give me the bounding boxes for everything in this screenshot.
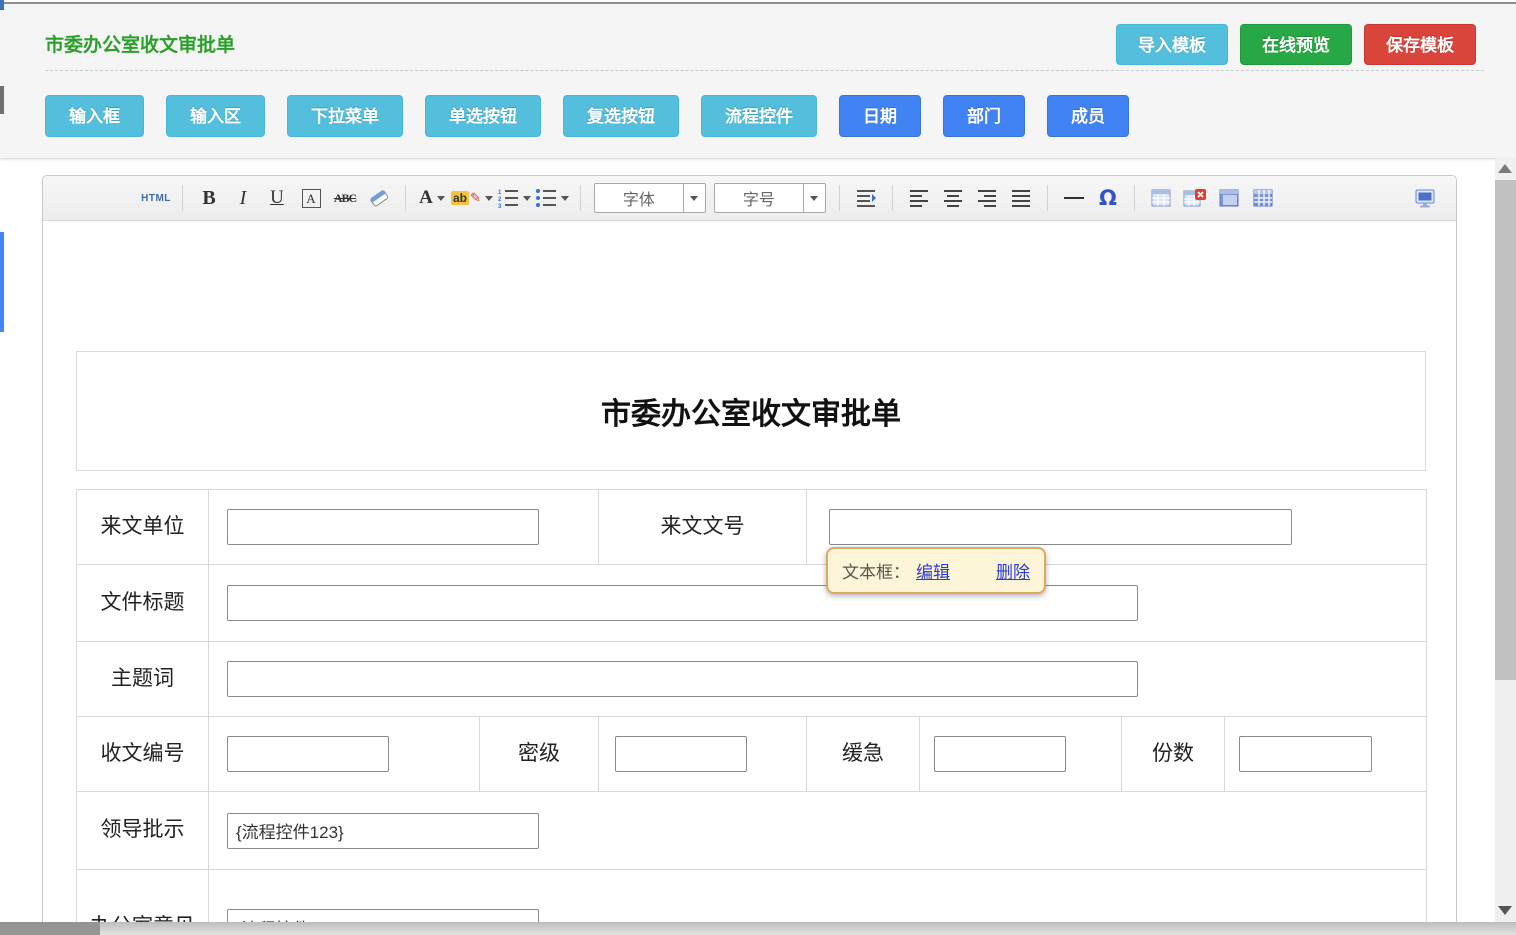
receipt-no-input[interactable] <box>227 736 389 772</box>
svg-text:3: 3 <box>498 204 502 208</box>
svg-text:2: 2 <box>498 197 502 203</box>
widget-button-row: 输入框 输入区 下拉菜单 单选按钮 复选按钮 流程控件 日期 部门 成员 <box>45 95 1129 137</box>
date-button[interactable]: 日期 <box>839 95 921 137</box>
editor-toolbar: HTML B I U A ABC A ab✎ <box>43 176 1456 221</box>
align-justify-icon[interactable] <box>1006 183 1036 213</box>
source-unit-input[interactable] <box>227 509 539 545</box>
table-grid-icon[interactable] <box>1248 183 1278 213</box>
indent-icon[interactable] <box>851 183 881 213</box>
ordered-list-icon[interactable]: 1 2 3 <box>497 183 531 213</box>
font-color-icon[interactable]: A <box>417 183 447 213</box>
boxed-a-icon[interactable]: A <box>296 183 326 213</box>
department-button[interactable]: 部门 <box>943 95 1025 137</box>
editor-document[interactable]: 市委办公室收文审批单 来文单位 来文文号 文件标题 主 <box>43 221 1456 935</box>
font-family-select[interactable]: 字体 <box>594 183 706 213</box>
flow-control-button[interactable]: 流程控件 <box>701 95 817 137</box>
field-label-doc-number: 来文文号 <box>599 490 807 565</box>
highlight-color-icon[interactable]: ab✎ <box>451 183 493 213</box>
insert-table-icon[interactable] <box>1146 183 1176 213</box>
field-label-source-unit: 来文单位 <box>77 490 209 565</box>
align-right-icon[interactable] <box>972 183 1002 213</box>
online-preview-button[interactable]: 在线预览 <box>1240 24 1352 65</box>
field-label-receipt-no: 收文编号 <box>77 717 209 792</box>
checkbox-button[interactable]: 复选按钮 <box>563 95 679 137</box>
svg-text:1: 1 <box>498 190 502 196</box>
page-title: 市委办公室收文审批单 <box>45 30 235 57</box>
save-template-button[interactable]: 保存模板 <box>1364 24 1476 65</box>
header: 市委办公室收文审批单 导入模板 在线预览 保存模板 输入框 输入区 下拉菜单 单… <box>0 4 1516 158</box>
keywords-input[interactable] <box>227 661 1138 697</box>
window-bottom-edge <box>0 922 1516 935</box>
window-left-edge <box>0 0 4 340</box>
scroll-up-icon[interactable] <box>1498 164 1512 173</box>
left-edge-segment <box>0 0 4 10</box>
table-row: 主题词 <box>77 642 1427 717</box>
table-cell-merge-icon[interactable] <box>1214 183 1244 213</box>
import-template-button[interactable]: 导入模板 <box>1116 24 1228 65</box>
unordered-list-icon[interactable] <box>535 183 569 213</box>
scroll-down-icon[interactable] <box>1498 906 1512 915</box>
table-row: 来文单位 来文文号 <box>77 490 1427 565</box>
document-title: 市委办公室收文审批单 <box>601 389 901 433</box>
fullscreen-icon[interactable] <box>1410 183 1440 213</box>
field-label-doc-title: 文件标题 <box>77 565 209 642</box>
underline-icon[interactable]: U <box>262 183 292 213</box>
field-label-secrecy: 密级 <box>480 717 599 792</box>
eraser-icon[interactable] <box>364 183 394 213</box>
left-edge-segment <box>0 232 4 332</box>
delete-link[interactable]: 删除 <box>996 563 1030 582</box>
member-button[interactable]: 成员 <box>1047 95 1129 137</box>
edit-link[interactable]: 编辑 <box>916 563 950 582</box>
field-label-keywords: 主题词 <box>77 642 209 717</box>
textbox-context-tooltip: 文本框： 编辑 删除 <box>826 547 1046 594</box>
header-divider <box>45 70 1484 71</box>
tooltip-label: 文本框： <box>842 563 910 582</box>
bold-icon[interactable]: B <box>194 183 224 213</box>
delete-table-icon[interactable] <box>1180 183 1210 213</box>
table-row: 收文编号 密级 缓急 份数 <box>77 717 1427 792</box>
table-row: 领导批示 <box>77 792 1427 870</box>
bottom-edge-segment <box>0 922 100 935</box>
secrecy-input[interactable] <box>615 736 747 772</box>
chevron-down-icon <box>803 184 825 212</box>
radio-button-button[interactable]: 单选按钮 <box>425 95 541 137</box>
field-label-urgency: 缓急 <box>807 717 920 792</box>
scrollbar-thumb[interactable] <box>1495 180 1516 680</box>
rich-text-editor: HTML B I U A ABC A ab✎ <box>42 175 1457 935</box>
chevron-down-icon <box>683 184 705 212</box>
copies-input[interactable] <box>1239 736 1372 772</box>
input-box-button[interactable]: 输入框 <box>45 95 144 137</box>
field-label-copies: 份数 <box>1122 717 1225 792</box>
dropdown-menu-button[interactable]: 下拉菜单 <box>287 95 403 137</box>
doc-number-input[interactable] <box>829 509 1292 545</box>
italic-icon[interactable]: I <box>228 183 258 213</box>
align-center-icon[interactable] <box>938 183 968 213</box>
html-source-icon[interactable]: HTML <box>141 183 171 213</box>
input-area-button[interactable]: 输入区 <box>166 95 265 137</box>
document-title-box: 市委办公室收文审批单 <box>76 351 1426 471</box>
horizontal-rule-icon[interactable] <box>1059 183 1089 213</box>
vertical-scrollbar[interactable] <box>1495 158 1516 922</box>
strikethrough-icon[interactable]: ABC <box>330 183 360 213</box>
approval-form-table: 来文单位 来文文号 文件标题 主题词 收文编号 密级 <box>76 489 1427 935</box>
left-edge-segment <box>0 86 4 114</box>
special-character-icon[interactable]: Ω <box>1093 183 1123 213</box>
template-editor-page: 市委办公室收文审批单 导入模板 在线预览 保存模板 输入框 输入区 下拉菜单 单… <box>0 0 1516 935</box>
window-top-edge <box>0 2 1516 4</box>
table-row: 文件标题 <box>77 565 1427 642</box>
urgency-input[interactable] <box>934 736 1066 772</box>
field-label-leader-remarks: 领导批示 <box>77 792 209 870</box>
align-left-icon[interactable] <box>904 183 934 213</box>
font-size-select[interactable]: 字号 <box>714 183 826 213</box>
leader-remarks-input[interactable] <box>227 813 539 849</box>
template-actions: 导入模板 在线预览 保存模板 <box>1116 24 1476 65</box>
